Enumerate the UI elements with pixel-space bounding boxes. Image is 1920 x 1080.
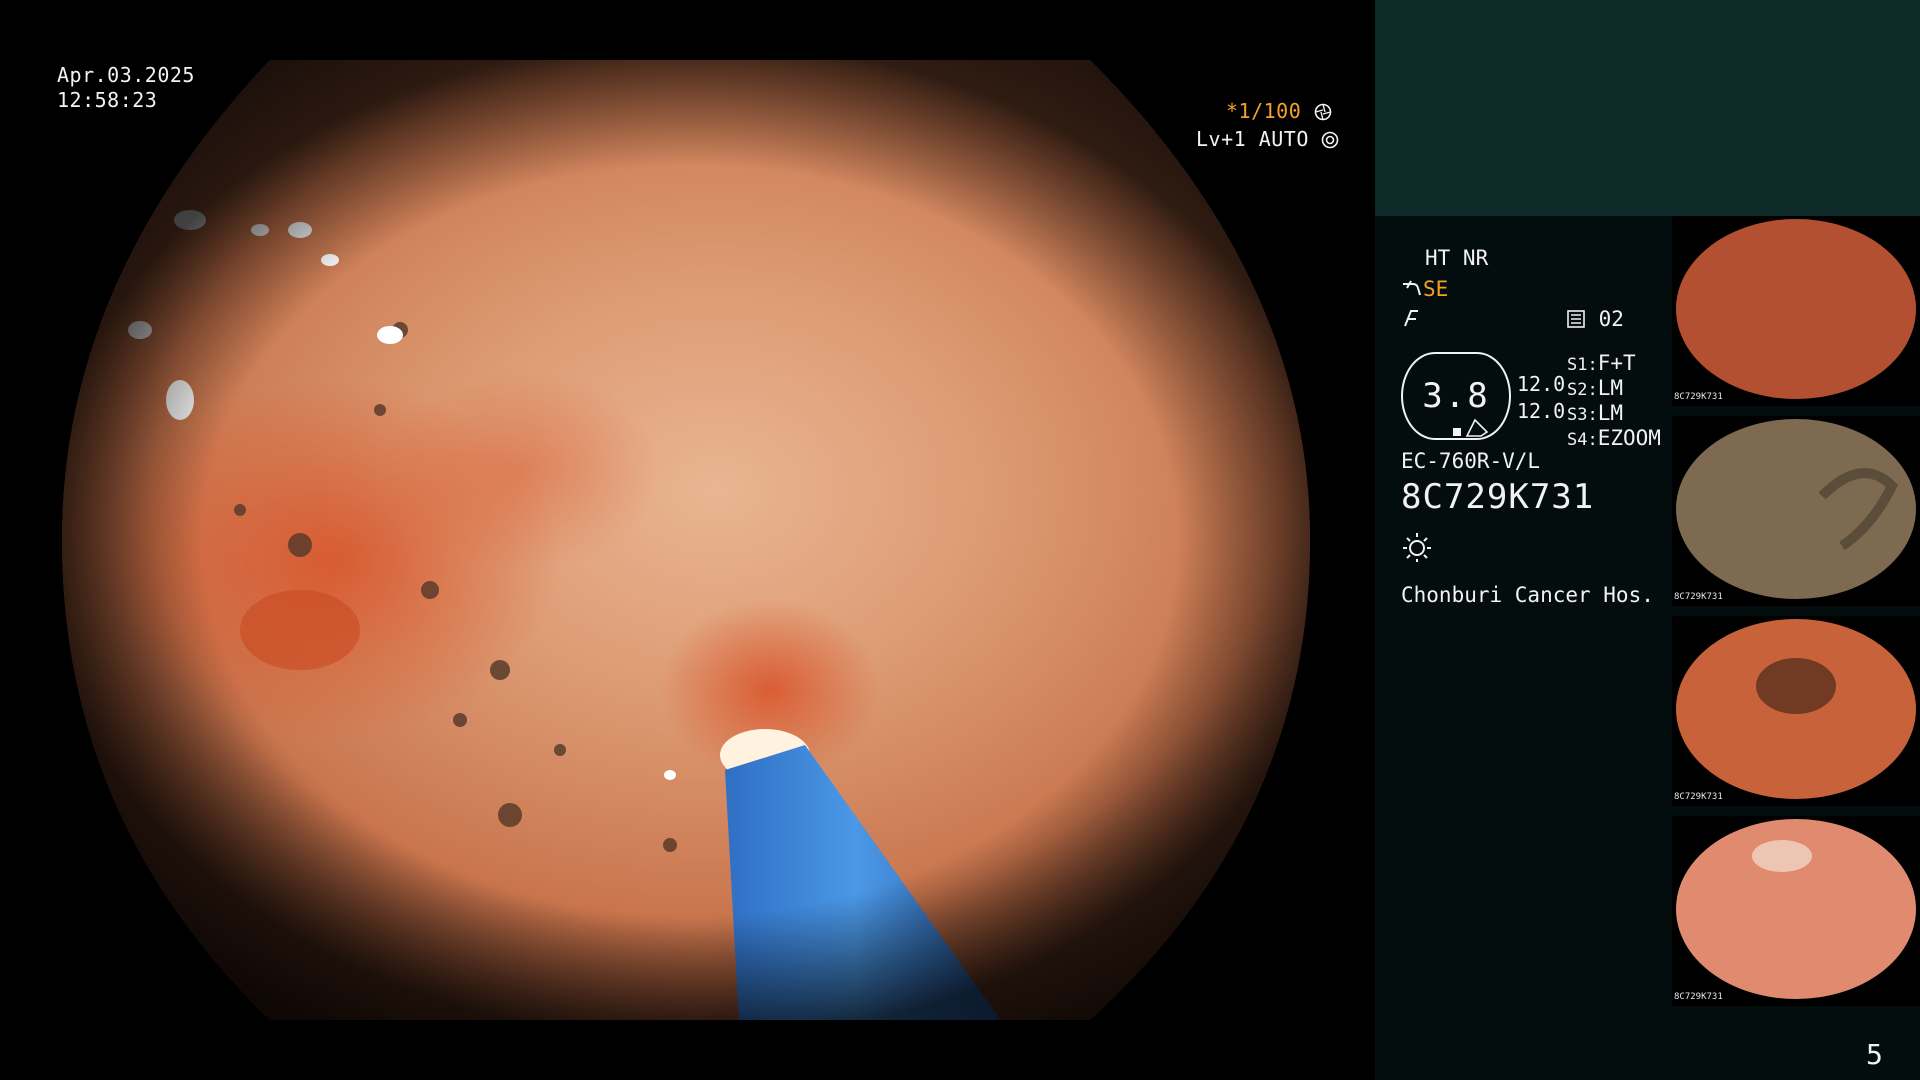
value-row-1: 12.0 <box>1517 372 1566 396</box>
thumbnail-image <box>1676 219 1916 399</box>
level-value: Lv+1 AUTO <box>1196 127 1309 151</box>
setting-value: EZOOM <box>1597 426 1661 450</box>
hospital-name: Chonburi Cancer Hos. <box>1401 583 1654 607</box>
shutter-readout: *1/100 <box>1226 99 1332 124</box>
endoscope-view: Apr.03.2025 12:58:23 *1/100 Lv+1 AUTO <box>0 0 1375 1080</box>
thumbnail-4[interactable]: 8C729K731 <box>1672 816 1920 1006</box>
zoom-indicator: 3.8 <box>1401 352 1511 440</box>
date-readout: Apr.03.2025 <box>57 63 195 87</box>
panel-header <box>1375 0 1920 216</box>
aperture-icon <box>1314 103 1332 121</box>
page-number: 5 <box>1866 1038 1884 1071</box>
setting-key: S3: <box>1567 405 1598 425</box>
shutter-value: *1/100 <box>1226 99 1302 123</box>
endoscopic-image <box>62 60 1310 1020</box>
thumbnail-image <box>1676 419 1916 599</box>
scope-serial: 8C729K731 <box>1401 477 1595 517</box>
thumbnail-2[interactable]: 8C729K731 <box>1672 416 1920 606</box>
se-row: SE <box>1401 276 1448 302</box>
auto-iris-icon <box>1322 131 1339 149</box>
thumbnail-3[interactable]: 8C729K731 <box>1672 616 1920 806</box>
thumbnail-label: 8C729K731 <box>1674 392 1723 402</box>
memory-row: 02 <box>1566 306 1624 332</box>
thumbnail-label: 8C729K731 <box>1674 792 1723 802</box>
hose-icon <box>1403 280 1421 296</box>
light-icon <box>1403 533 1431 562</box>
setting-s1: S1:F+T <box>1567 350 1636 376</box>
thumbnail-1[interactable]: 8C729K731 <box>1672 216 1920 406</box>
ht-nr-label: HT NR <box>1425 246 1489 270</box>
setting-s4: S4:EZOOM <box>1567 425 1661 451</box>
setting-key: S4: <box>1567 430 1598 450</box>
zoom-level-icon <box>1453 418 1489 437</box>
setting-s2: S2:LM <box>1567 375 1623 401</box>
setting-value: F+T <box>1597 351 1636 375</box>
value-row-2: 12.0 <box>1517 399 1566 423</box>
frame-number: 02 <box>1598 307 1624 331</box>
se-label: SE <box>1423 277 1449 301</box>
memory-icon <box>1567 310 1585 328</box>
setting-s3: S3:LM <box>1567 400 1623 426</box>
setting-value: LM <box>1597 401 1624 425</box>
scope-model: EC-760R-V/L <box>1401 449 1541 473</box>
enhance-icon <box>1404 310 1418 327</box>
setting-key: S1: <box>1567 355 1598 375</box>
thumbnail-label: 8C729K731 <box>1674 592 1723 602</box>
thumbnail-label: 8C729K731 <box>1674 992 1723 1002</box>
setting-value: LM <box>1597 376 1624 400</box>
setting-key: S2: <box>1567 380 1598 400</box>
thumbnail-image <box>1676 819 1916 999</box>
level-readout: Lv+1 AUTO <box>1196 127 1339 152</box>
zoom-value: 3.8 <box>1422 376 1490 416</box>
thumbnail-image <box>1676 619 1916 799</box>
time-readout: 12:58:23 <box>57 88 158 112</box>
